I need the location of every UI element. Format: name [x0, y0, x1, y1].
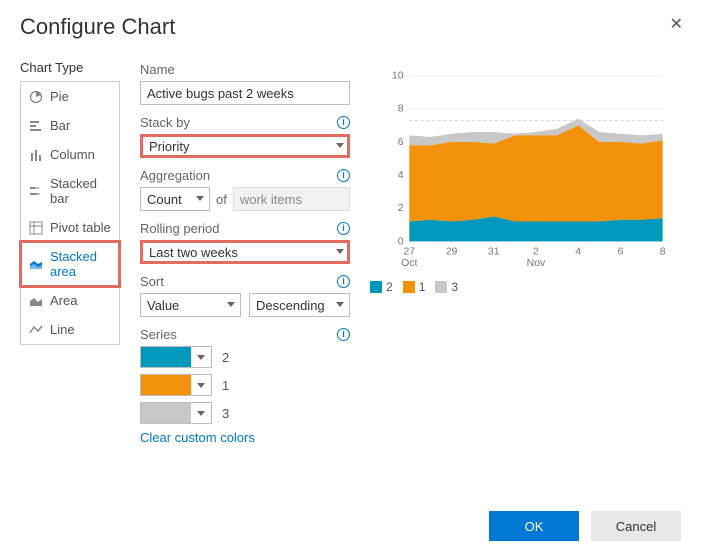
- series-label: Series: [140, 327, 177, 342]
- legend-item: 1: [403, 280, 426, 294]
- svg-text:6: 6: [398, 137, 404, 148]
- svg-text:2: 2: [398, 203, 404, 214]
- legend-item: 3: [435, 280, 458, 294]
- aggregation-label: Aggregation: [140, 168, 210, 183]
- chart-type-stacked-bar[interactable]: Stacked bar: [21, 169, 119, 213]
- chart-type-stacked-area[interactable]: Stacked area: [21, 242, 119, 286]
- column-icon: [29, 148, 43, 162]
- bar-icon: [29, 119, 43, 133]
- series-label: 1: [222, 378, 229, 393]
- svg-text:29: 29: [446, 247, 458, 258]
- rolling-period-select[interactable]: Last two weeks: [140, 240, 350, 264]
- info-icon[interactable]: i: [337, 116, 350, 129]
- svg-text:Nov: Nov: [527, 258, 546, 269]
- sidebar-item-label: Bar: [50, 118, 70, 133]
- stacked-bar-icon: [29, 184, 43, 198]
- stack-by-select[interactable]: Priority: [140, 134, 350, 158]
- clear-custom-colors-link[interactable]: Clear custom colors: [140, 430, 255, 445]
- aggregation-select[interactable]: Count: [140, 187, 210, 211]
- name-input[interactable]: [140, 81, 350, 105]
- chart-legend: 213: [370, 280, 681, 294]
- series-color-select[interactable]: [140, 374, 212, 396]
- chart-type-line[interactable]: Line: [21, 315, 119, 344]
- ok-button[interactable]: OK: [489, 511, 579, 541]
- legend-item: 2: [370, 280, 393, 294]
- sidebar-item-label: Stacked area: [50, 249, 111, 279]
- info-icon[interactable]: i: [337, 169, 350, 182]
- close-button[interactable]: ✕: [666, 10, 687, 38]
- info-icon[interactable]: i: [337, 222, 350, 235]
- svg-text:2: 2: [533, 247, 539, 258]
- chart-preview: 024681027Oct29312Nov468 213: [370, 60, 681, 455]
- chart-type-sidebar: Chart Type Pie Bar Column: [20, 60, 120, 455]
- configure-form: Name Stack by i Priority Aggregation i C…: [140, 60, 350, 455]
- sort-field-select[interactable]: Value: [140, 293, 241, 317]
- stack-by-label: Stack by: [140, 115, 190, 130]
- name-label: Name: [140, 62, 175, 77]
- chart-type-column[interactable]: Column: [21, 140, 119, 169]
- dialog-footer: OK Cancel: [489, 511, 681, 541]
- aggregation-of: of: [216, 192, 227, 207]
- svg-text:8: 8: [398, 104, 404, 115]
- sidebar-item-label: Line: [50, 322, 75, 337]
- series-row: 1: [140, 374, 350, 396]
- cancel-button[interactable]: Cancel: [591, 511, 681, 541]
- line-icon: [29, 323, 43, 337]
- sidebar-item-label: Column: [50, 147, 95, 162]
- sort-label: Sort: [140, 274, 164, 289]
- series-label: 3: [222, 406, 229, 421]
- series-color-select[interactable]: [140, 402, 212, 424]
- pivot-table-icon: [29, 221, 43, 235]
- pie-icon: [29, 90, 43, 104]
- series-row: 3: [140, 402, 350, 424]
- svg-text:Oct: Oct: [401, 258, 417, 269]
- svg-text:6: 6: [618, 247, 624, 258]
- stacked-area-chart: 024681027Oct29312Nov468: [370, 70, 681, 270]
- chart-type-bar[interactable]: Bar: [21, 111, 119, 140]
- sidebar-item-label: Pie: [50, 89, 69, 104]
- info-icon[interactable]: i: [337, 275, 350, 288]
- sidebar-item-label: Pivot table: [50, 220, 111, 235]
- rolling-period-label: Rolling period: [140, 221, 220, 236]
- chart-type-label: Chart Type: [20, 60, 120, 75]
- series-label: 2: [222, 350, 229, 365]
- svg-text:0: 0: [398, 236, 404, 247]
- svg-text:4: 4: [575, 247, 581, 258]
- chart-type-pie[interactable]: Pie: [21, 82, 119, 111]
- chart-type-list: Pie Bar Column Stacked bar: [20, 81, 120, 345]
- chart-type-area[interactable]: Area: [21, 286, 119, 315]
- chart-type-pivot-table[interactable]: Pivot table: [21, 213, 119, 242]
- svg-text:31: 31: [488, 247, 500, 258]
- svg-text:4: 4: [398, 170, 404, 181]
- sidebar-item-label: Area: [50, 293, 77, 308]
- info-icon[interactable]: i: [337, 328, 350, 341]
- area-icon: [29, 294, 43, 308]
- sort-direction-select[interactable]: Descending: [249, 293, 350, 317]
- svg-text:10: 10: [392, 71, 404, 82]
- aggregation-field: work items: [233, 187, 350, 211]
- dialog-title: Configure Chart: [20, 14, 681, 40]
- sidebar-item-label: Stacked bar: [50, 176, 111, 206]
- svg-text:27: 27: [403, 247, 415, 258]
- series-row: 2: [140, 346, 350, 368]
- svg-text:8: 8: [660, 247, 666, 258]
- stacked-area-icon: [29, 257, 43, 271]
- series-color-select[interactable]: [140, 346, 212, 368]
